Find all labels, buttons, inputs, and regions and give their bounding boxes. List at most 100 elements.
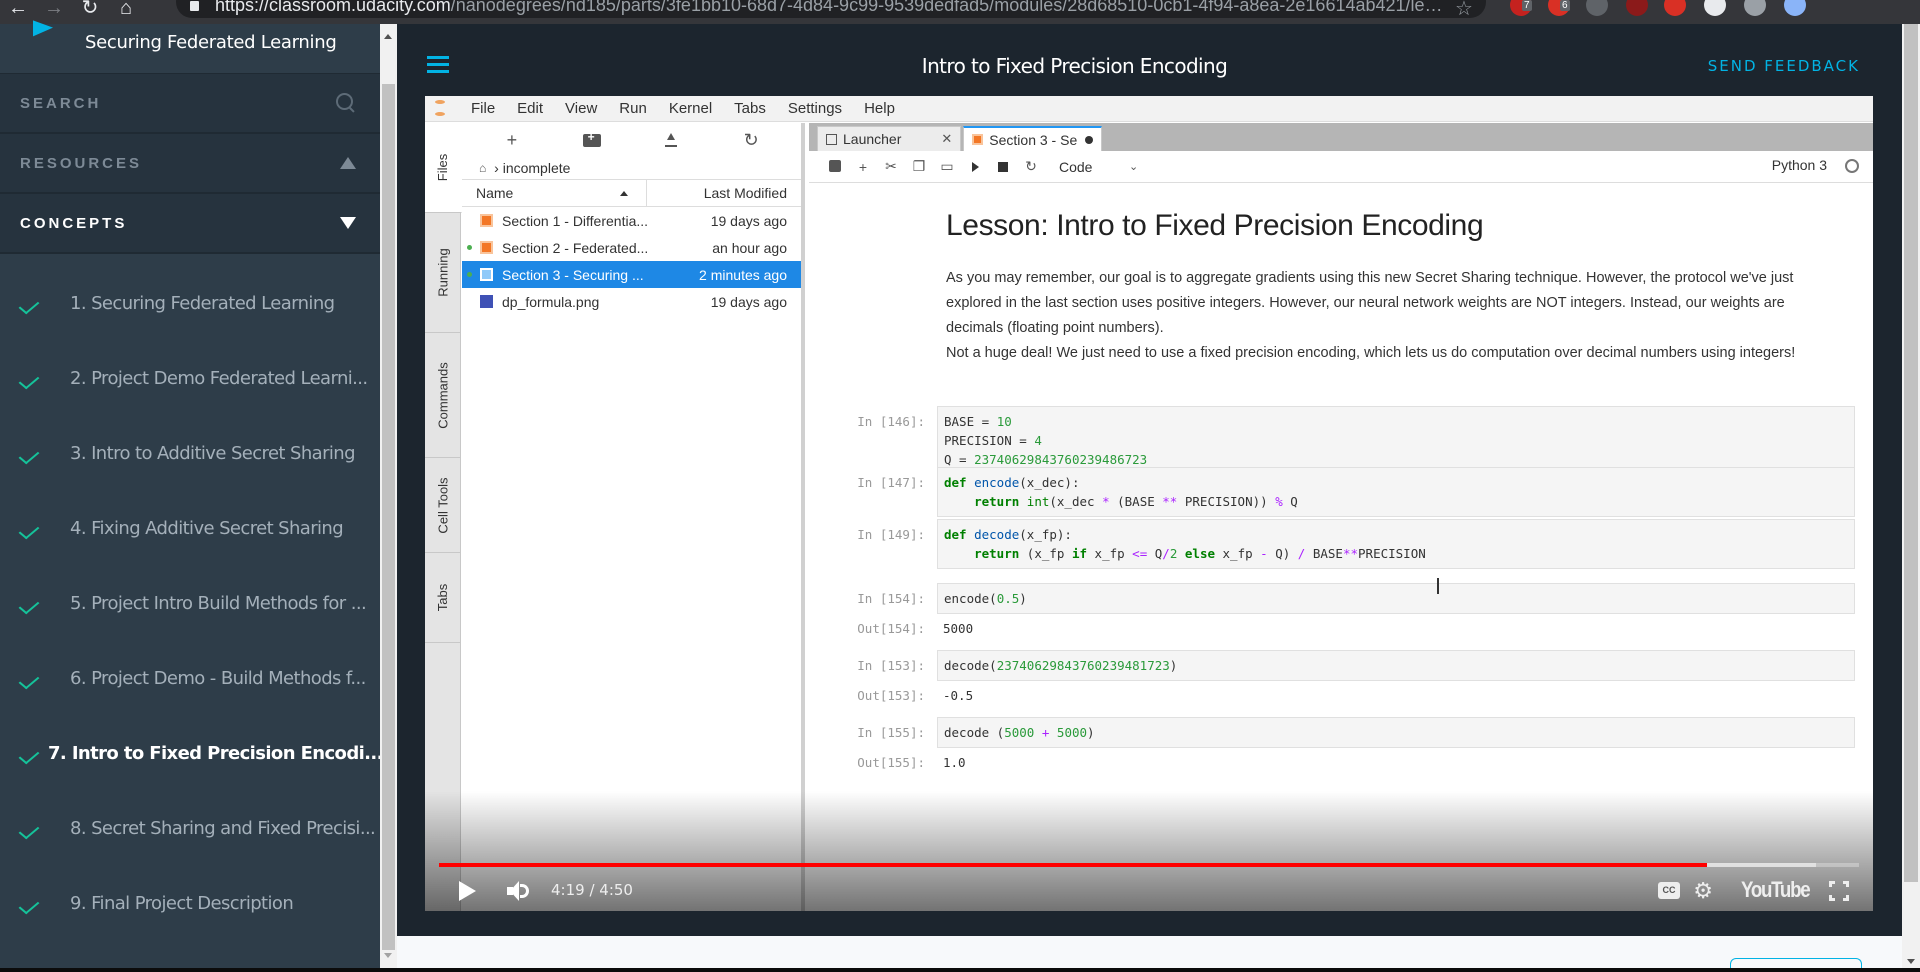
sidebar-concept-item[interactable]: 8. Secret Sharing and Fixed Precisi... xyxy=(0,791,380,866)
close-icon[interactable]: ✕ xyxy=(941,131,952,147)
send-feedback-button[interactable]: SEND FEEDBACK xyxy=(1708,57,1860,75)
udacity-logo-icon[interactable] xyxy=(33,20,53,44)
sidebar-concept-item[interactable]: 3. Intro to Additive Secret Sharing xyxy=(0,416,380,491)
file-list-header: Name Last Modified xyxy=(462,179,801,207)
side-tab-running[interactable]: Running xyxy=(425,213,461,333)
refresh-icon[interactable]: ↻ xyxy=(741,130,761,150)
captions-icon[interactable]: CC xyxy=(1658,882,1680,899)
sidebar-concept-item[interactable]: 2. Project Demo Federated Learni... xyxy=(0,341,380,416)
back-icon[interactable]: ← xyxy=(0,0,36,18)
main-scroll-thumb[interactable] xyxy=(1904,24,1918,882)
code-cell-input[interactable]: encode(0.5) xyxy=(937,583,1855,614)
settings-gear-icon[interactable]: ⚙ xyxy=(1693,880,1713,902)
side-tab-cell-tools[interactable]: Cell Tools xyxy=(425,458,461,553)
insert-cell-icon[interactable]: + xyxy=(849,159,877,175)
sidebar-search[interactable]: SEARCH xyxy=(0,74,380,134)
concept-label: 8. Secret Sharing and Fixed Precisi... xyxy=(70,818,376,839)
restart-icon[interactable]: ↻ xyxy=(1017,158,1045,175)
extension-m-icon[interactable] xyxy=(1586,0,1608,16)
sidebar-scrollbar[interactable] xyxy=(380,24,397,968)
document-tab[interactable]: Section 3 - Se xyxy=(963,126,1103,151)
document-tab[interactable]: Launcher ✕ xyxy=(817,126,962,151)
extension-pdf-icon[interactable] xyxy=(1626,0,1648,16)
name-column-header[interactable]: Name xyxy=(462,180,647,206)
chevron-down-icon[interactable]: ⌄ xyxy=(1129,160,1138,173)
fullscreen-icon[interactable] xyxy=(1829,881,1849,901)
input-prompt: In [155]: xyxy=(857,725,925,740)
code-cell-input[interactable]: decode(23740629843760239481723) xyxy=(937,650,1855,681)
breadcrumb-folder[interactable]: incomplete xyxy=(503,160,571,176)
scroll-down-arrow-icon[interactable] xyxy=(384,953,392,958)
youtube-logo[interactable]: YouTube xyxy=(1741,877,1811,903)
menu-edit[interactable]: Edit xyxy=(517,100,543,117)
bookmark-star-icon[interactable]: ☆ xyxy=(1455,0,1473,21)
sidebar-concept-item[interactable]: 7. Intro to Fixed Precision Encodi... xyxy=(0,716,384,791)
search-icon[interactable] xyxy=(336,93,356,113)
home-icon[interactable]: ⌂ xyxy=(108,0,144,18)
menu-file[interactable]: File xyxy=(471,100,495,117)
sidebar-resources[interactable]: RESOURCES xyxy=(0,134,380,194)
paste-icon[interactable]: ▭ xyxy=(933,158,961,175)
markdown-paragraph: Not a huge deal! We just need to use a f… xyxy=(946,345,1796,361)
sidebar-scroll-thumb[interactable] xyxy=(382,84,395,950)
menu-help[interactable]: Help xyxy=(864,100,895,117)
file-row[interactable]: Section 3 - Securing ... 2 minutes ago xyxy=(462,261,801,288)
cut-icon[interactable]: ✂ xyxy=(877,158,905,175)
code-cell-input[interactable]: def encode(x_dec): return int(x_dec * (B… xyxy=(937,467,1855,517)
forward-icon[interactable]: → xyxy=(36,0,72,18)
video-progress-bar[interactable] xyxy=(439,863,1859,867)
file-row[interactable]: Section 1 - Differentia... 19 days ago xyxy=(462,207,801,234)
new-launcher-icon[interactable]: + xyxy=(502,130,522,150)
menu-kernel[interactable]: Kernel xyxy=(669,100,712,117)
url-text[interactable]: https://classroom.udacity.com/nanodegree… xyxy=(215,0,1445,16)
cell-type-select[interactable]: Code xyxy=(1059,159,1129,175)
sidebar-concept-item[interactable]: 1. Securing Federated Learning xyxy=(0,266,380,341)
caret-up-icon xyxy=(340,157,356,169)
menu-tabs[interactable]: Tabs xyxy=(734,100,766,117)
kernel-name[interactable]: Python 3 xyxy=(1772,157,1827,173)
code-cell-input[interactable]: decode (5000 + 5000) xyxy=(937,717,1855,748)
volume-icon[interactable] xyxy=(507,881,533,901)
stop-icon[interactable] xyxy=(989,159,1017,175)
file-row[interactable]: dp_formula.png 19 days ago xyxy=(462,288,801,315)
upload-icon[interactable] xyxy=(661,130,681,150)
save-icon[interactable] xyxy=(821,159,849,175)
code-cell-input[interactable]: def decode(x_fp): return (x_fp if x_fp <… xyxy=(937,519,1855,569)
modified-column-header[interactable]: Last Modified xyxy=(647,180,801,206)
address-bar[interactable]: https://classroom.udacity.com/nanodegree… xyxy=(176,0,1486,18)
sidebar-concept-item[interactable]: 4. Fixing Additive Secret Sharing xyxy=(0,491,380,566)
video-player[interactable]: File Edit View Run Kernel Tabs Settings Help Fi… xyxy=(425,96,1873,911)
menu-view[interactable]: View xyxy=(565,100,597,117)
home-folder-icon[interactable]: ⌂ xyxy=(479,161,486,175)
copy-icon[interactable]: ❐ xyxy=(905,158,933,175)
extension-badge: 6 xyxy=(1560,0,1570,11)
extension-shield-icon[interactable] xyxy=(1744,0,1766,16)
extension-record-icon[interactable] xyxy=(1704,0,1726,16)
adblock-icon[interactable]: 7 xyxy=(1510,0,1532,16)
file-row[interactable]: Section 2 - Federated... an hour ago xyxy=(462,234,801,261)
main-scrollbar[interactable] xyxy=(1902,24,1920,968)
sidebar-concept-item[interactable]: 9. Final Project Description xyxy=(0,866,380,941)
sidebar-concept-item[interactable]: 5. Project Intro Build Methods for ... xyxy=(0,566,380,641)
play-icon[interactable] xyxy=(459,881,476,901)
sidebar-concepts[interactable]: CONCEPTS xyxy=(0,194,380,254)
progress-played xyxy=(439,863,1708,867)
new-folder-icon[interactable] xyxy=(582,130,602,150)
checkmark-icon xyxy=(22,893,44,915)
notebook-file-icon xyxy=(480,241,493,254)
cell-output: -0.5 xyxy=(943,688,974,703)
side-tab-tabs[interactable]: Tabs xyxy=(425,553,461,643)
scroll-up-arrow-icon[interactable] xyxy=(384,34,392,39)
sidebar-concept-item[interactable]: 6. Project Demo - Build Methods f... xyxy=(0,641,380,716)
reload-icon[interactable]: ↻ xyxy=(72,0,108,18)
extension-flag-icon[interactable] xyxy=(1664,0,1686,16)
extension-red-icon[interactable]: 6 xyxy=(1548,0,1570,16)
extension-k-icon[interactable] xyxy=(1784,0,1806,16)
scroll-down-arrow-icon[interactable] xyxy=(1907,959,1915,964)
menu-run[interactable]: Run xyxy=(619,100,647,117)
menu-settings[interactable]: Settings xyxy=(788,100,842,117)
side-tab-files[interactable]: Files xyxy=(425,123,462,213)
side-tab-commands[interactable]: Commands xyxy=(425,333,461,458)
run-icon[interactable] xyxy=(961,159,989,175)
code-cell-input[interactable]: BASE = 10 PRECISION = 4 Q = 237406298437… xyxy=(937,406,1855,475)
